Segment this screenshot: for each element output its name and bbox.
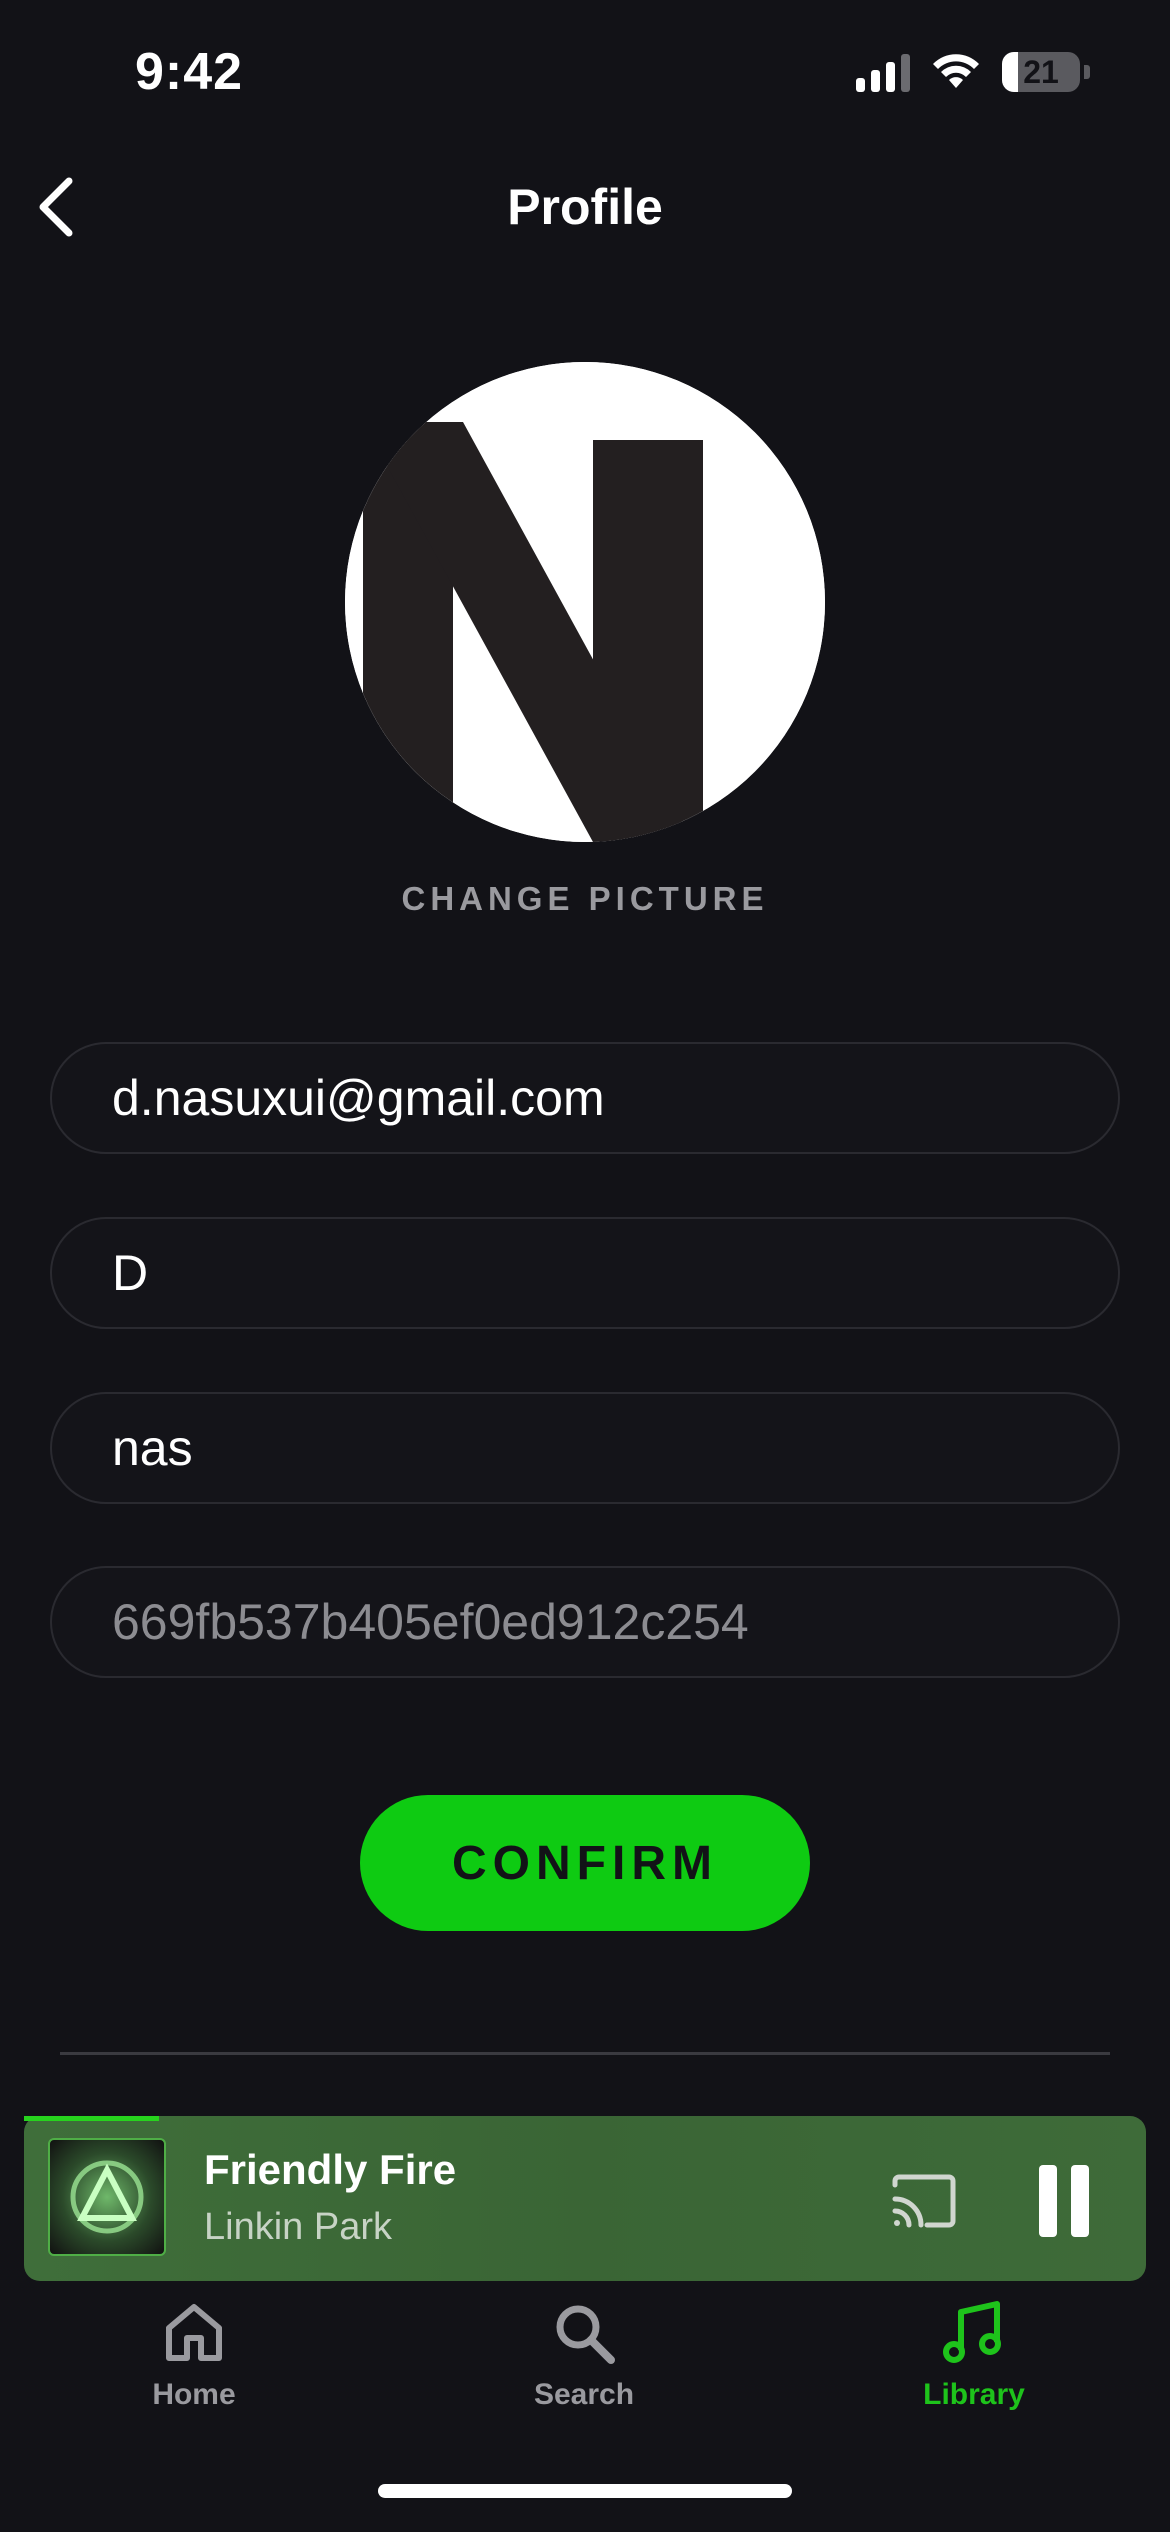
avatar-image (345, 362, 825, 842)
album-art (48, 2138, 166, 2256)
track-title: Friendly Fire (204, 2146, 457, 2193)
email-field[interactable] (50, 1042, 1120, 1154)
tab-library-label: Library (923, 2378, 1025, 2411)
pause-icon-bar (1071, 2165, 1089, 2237)
tab-search-label: Search (533, 2378, 635, 2411)
cast-button[interactable] (884, 2166, 964, 2236)
first-name-input[interactable] (112, 1244, 1118, 1302)
battery-percent: 21 (1023, 53, 1059, 90)
now-playing-bar[interactable]: Friendly Fire Linkin Park (24, 2116, 1146, 2281)
cellular-signal-icon (856, 52, 910, 92)
pause-icon (1039, 2165, 1057, 2237)
playback-progress-fill (24, 2116, 159, 2121)
playback-progress (24, 2116, 1146, 2121)
last-name-input[interactable] (112, 1419, 1118, 1477)
wifi-icon (933, 54, 979, 88)
profile-avatar[interactable] (345, 362, 825, 842)
tab-search[interactable]: Search (464, 2300, 704, 2412)
home-indicator (378, 2484, 792, 2498)
search-icon (556, 2305, 615, 2364)
battery-icon: 21 (1002, 52, 1080, 92)
battery-tip (1084, 65, 1090, 79)
user-id-field (50, 1566, 1120, 1678)
music-note-icon (943, 2301, 1001, 2363)
tab-home-label: Home (152, 2378, 236, 2411)
email-input[interactable] (112, 1069, 1118, 1127)
change-picture-button[interactable]: CHANGE PICTURE (0, 880, 1170, 918)
pause-button[interactable] (1024, 2161, 1104, 2241)
status-time: 9:42 (135, 43, 244, 101)
track-artist: Linkin Park (204, 2206, 392, 2248)
tab-library[interactable]: Library (854, 2300, 1094, 2412)
page-title: Profile (507, 179, 663, 235)
cast-icon (892, 2174, 956, 2228)
last-name-field[interactable] (50, 1392, 1120, 1504)
first-name-field[interactable] (50, 1217, 1120, 1329)
tab-home[interactable]: Home (74, 2300, 314, 2412)
status-icons: 21 (856, 52, 1090, 92)
home-icon (166, 2304, 222, 2361)
album-logo-icon (70, 2160, 144, 2234)
user-id-input (112, 1593, 1118, 1651)
divider (60, 2052, 1110, 2055)
confirm-button[interactable]: CONFIRM (360, 1795, 810, 1931)
